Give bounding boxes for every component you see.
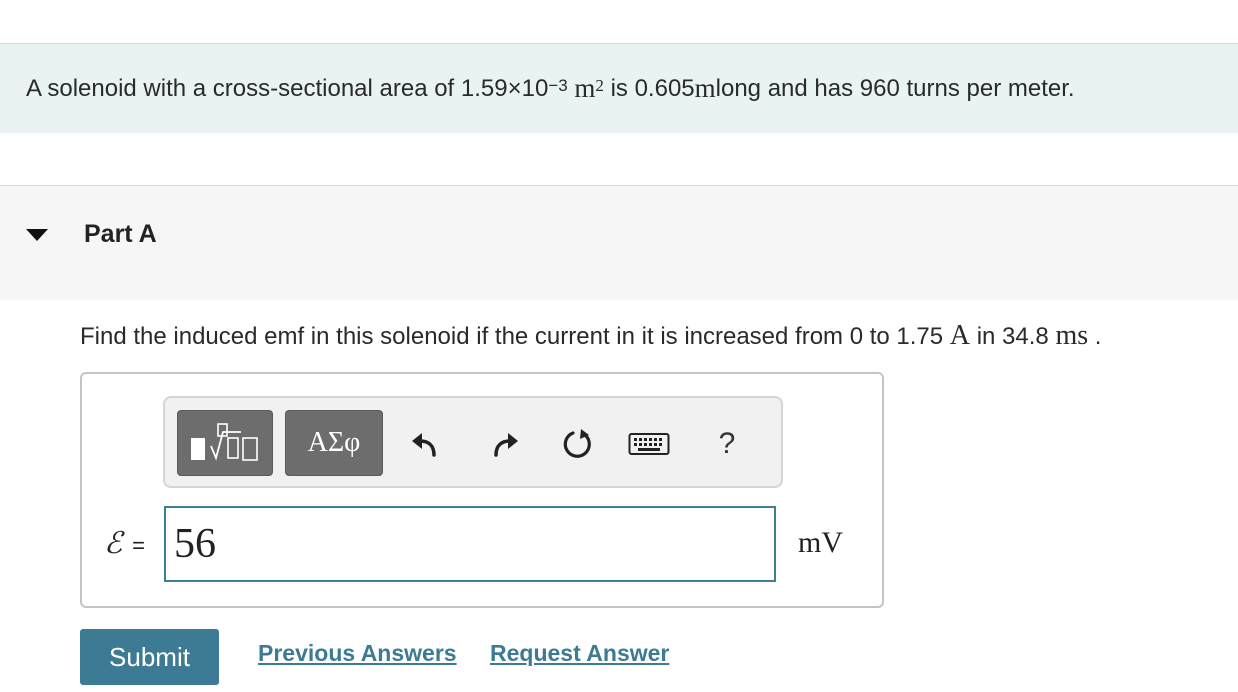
request-answer-link[interactable]: Request Answer xyxy=(490,640,669,667)
question-unit-current: A xyxy=(949,320,971,351)
undo-button[interactable] xyxy=(403,422,447,466)
problem-unit-area: m xyxy=(574,73,596,103)
answer-unit: mV xyxy=(798,526,843,559)
redo-icon xyxy=(494,433,518,457)
emf-symbol: ℰ xyxy=(104,527,123,560)
problem-text-1: A solenoid with a cross-sectional area o… xyxy=(26,74,549,102)
reset-button[interactable] xyxy=(555,422,599,466)
answer-input[interactable] xyxy=(164,506,776,582)
variable-label: ℰ = xyxy=(104,526,145,561)
previous-answers-link[interactable]: Previous Answers xyxy=(258,640,457,667)
question-text-3: . xyxy=(1088,323,1102,350)
greek-symbols-button[interactable]: ΑΣφ xyxy=(285,410,383,476)
problem-text-2: is 0.605 xyxy=(610,74,695,102)
question-text-2: in 34.8 xyxy=(970,323,1056,350)
answer-box: ΑΣφ ? ℰ = 56 mV xyxy=(80,372,884,608)
keyboard-icon xyxy=(628,433,670,455)
reset-icon xyxy=(563,429,591,458)
keyboard-button[interactable] xyxy=(627,422,671,466)
problem-text-3: long and has 960 turns per meter. xyxy=(715,74,1075,102)
templates-icon xyxy=(191,423,258,461)
question-unit-time: ms xyxy=(1055,320,1089,351)
problem-unit-length: m xyxy=(694,73,716,103)
part-title: Part A xyxy=(84,220,157,248)
undo-icon xyxy=(412,433,436,457)
question-text: Find the induced emf in this solenoid if… xyxy=(80,320,1101,352)
question-text-1: Find the induced emf in this solenoid if… xyxy=(80,323,950,350)
submit-button[interactable]: Submit xyxy=(80,629,219,685)
math-toolbar: ΑΣφ ? xyxy=(163,396,783,488)
part-a-header[interactable]: Part A xyxy=(0,185,1238,300)
redo-button[interactable] xyxy=(483,422,527,466)
help-button[interactable]: ? xyxy=(705,422,749,466)
problem-statement: A solenoid with a cross-sectional area o… xyxy=(0,43,1238,133)
equals-sign: = xyxy=(132,533,146,558)
collapse-triangle-icon[interactable] xyxy=(26,229,48,241)
templates-button[interactable] xyxy=(177,410,273,476)
